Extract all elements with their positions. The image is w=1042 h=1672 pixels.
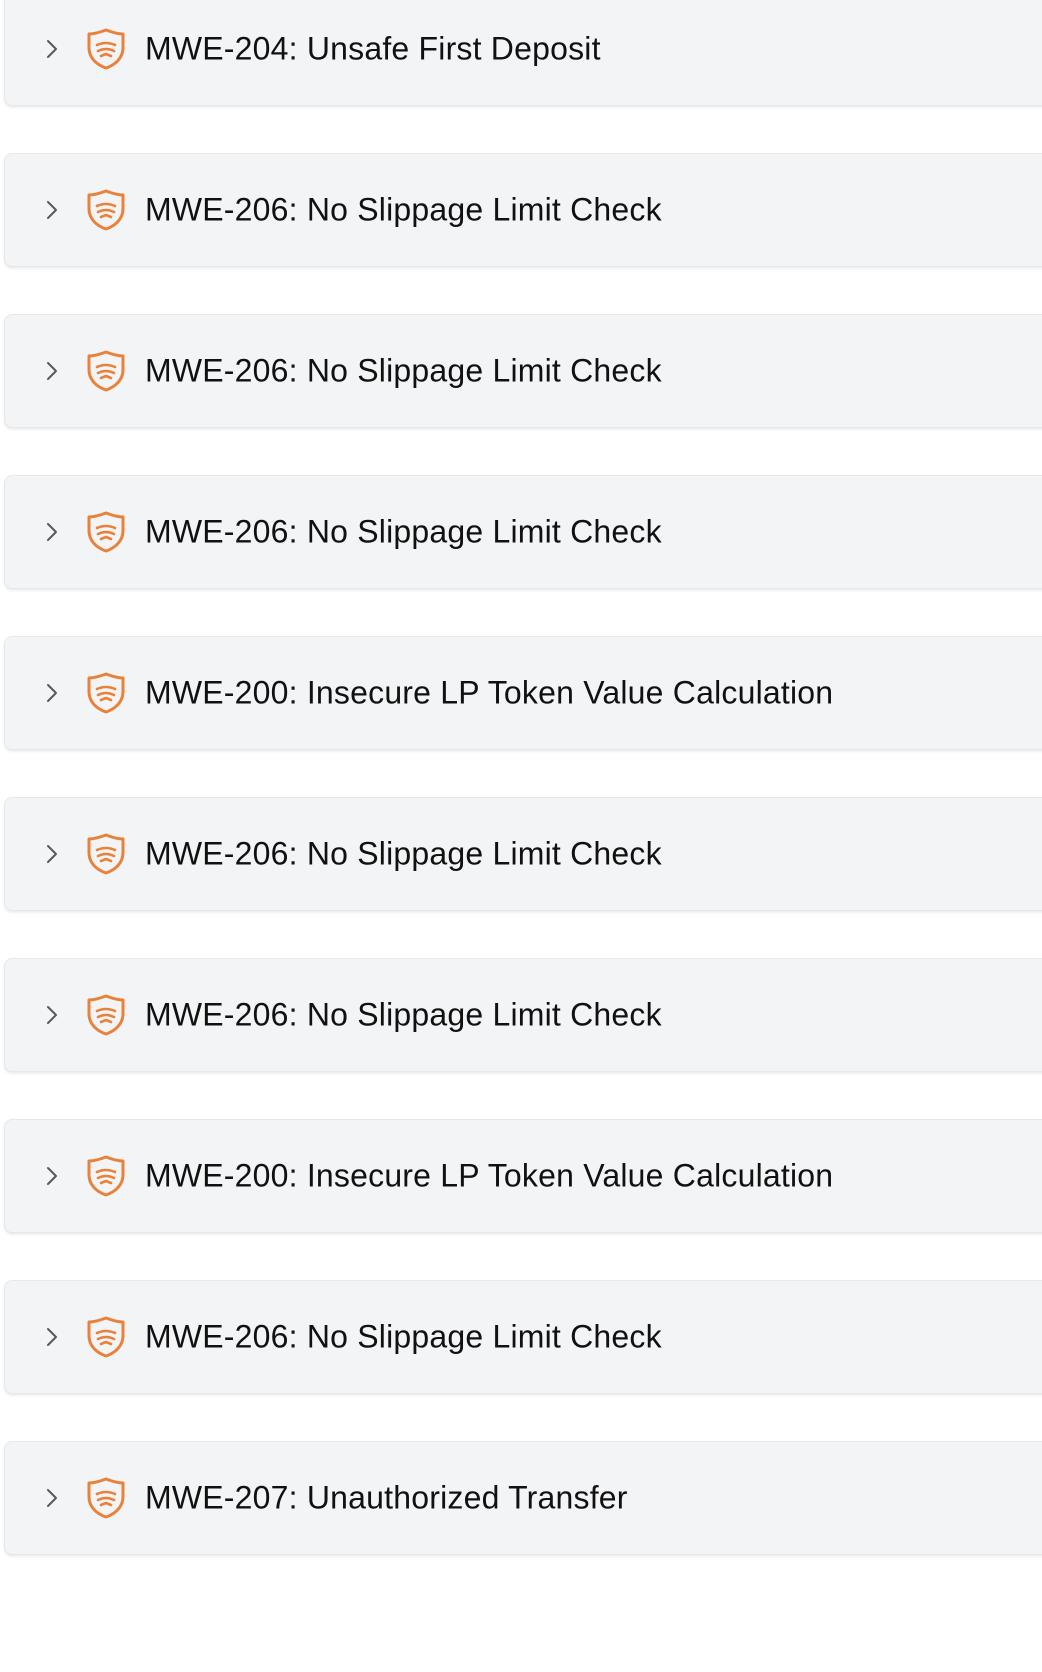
finding-title: MWE-206: No Slippage Limit Check xyxy=(145,513,662,550)
finding-title: MWE-200: Insecure LP Token Value Calcula… xyxy=(145,674,834,711)
finding-row[interactable]: MWE-204: Unsafe First Deposit xyxy=(4,0,1042,106)
chevron-right-icon[interactable] xyxy=(45,682,59,704)
finding-title: MWE-207: Unauthorized Transfer xyxy=(145,1479,628,1516)
shield-icon xyxy=(87,511,125,553)
finding-title: MWE-206: No Slippage Limit Check xyxy=(145,1318,662,1355)
chevron-right-icon[interactable] xyxy=(45,1326,59,1348)
chevron-right-icon[interactable] xyxy=(45,1004,59,1026)
finding-title: MWE-206: No Slippage Limit Check xyxy=(145,996,662,1033)
chevron-right-icon[interactable] xyxy=(45,843,59,865)
finding-row[interactable]: MWE-206: No Slippage Limit Check xyxy=(4,153,1042,267)
finding-title: MWE-200: Insecure LP Token Value Calcula… xyxy=(145,1157,834,1194)
finding-row[interactable]: MWE-206: No Slippage Limit Check xyxy=(4,1280,1042,1394)
finding-row[interactable]: MWE-206: No Slippage Limit Check xyxy=(4,797,1042,911)
shield-icon xyxy=(87,350,125,392)
shield-icon xyxy=(87,28,125,70)
shield-icon xyxy=(87,672,125,714)
finding-row[interactable]: MWE-206: No Slippage Limit Check xyxy=(4,314,1042,428)
shield-icon xyxy=(87,1477,125,1519)
finding-row[interactable]: MWE-200: Insecure LP Token Value Calcula… xyxy=(4,636,1042,750)
chevron-right-icon[interactable] xyxy=(45,360,59,382)
shield-icon xyxy=(87,1316,125,1358)
chevron-right-icon[interactable] xyxy=(45,199,59,221)
finding-row[interactable]: MWE-206: No Slippage Limit Check xyxy=(4,475,1042,589)
finding-title: MWE-206: No Slippage Limit Check xyxy=(145,191,662,228)
shield-icon xyxy=(87,1155,125,1197)
chevron-right-icon[interactable] xyxy=(45,1165,59,1187)
chevron-right-icon[interactable] xyxy=(45,521,59,543)
finding-row[interactable]: MWE-200: Insecure LP Token Value Calcula… xyxy=(4,1119,1042,1233)
finding-title: MWE-206: No Slippage Limit Check xyxy=(145,835,662,872)
shield-icon xyxy=(87,833,125,875)
finding-row[interactable]: MWE-206: No Slippage Limit Check xyxy=(4,958,1042,1072)
shield-icon xyxy=(87,994,125,1036)
finding-title: MWE-206: No Slippage Limit Check xyxy=(145,352,662,389)
finding-row[interactable]: MWE-207: Unauthorized Transfer xyxy=(4,1441,1042,1555)
chevron-right-icon[interactable] xyxy=(45,38,59,60)
chevron-right-icon[interactable] xyxy=(45,1487,59,1509)
shield-icon xyxy=(87,189,125,231)
finding-title: MWE-204: Unsafe First Deposit xyxy=(145,30,601,67)
